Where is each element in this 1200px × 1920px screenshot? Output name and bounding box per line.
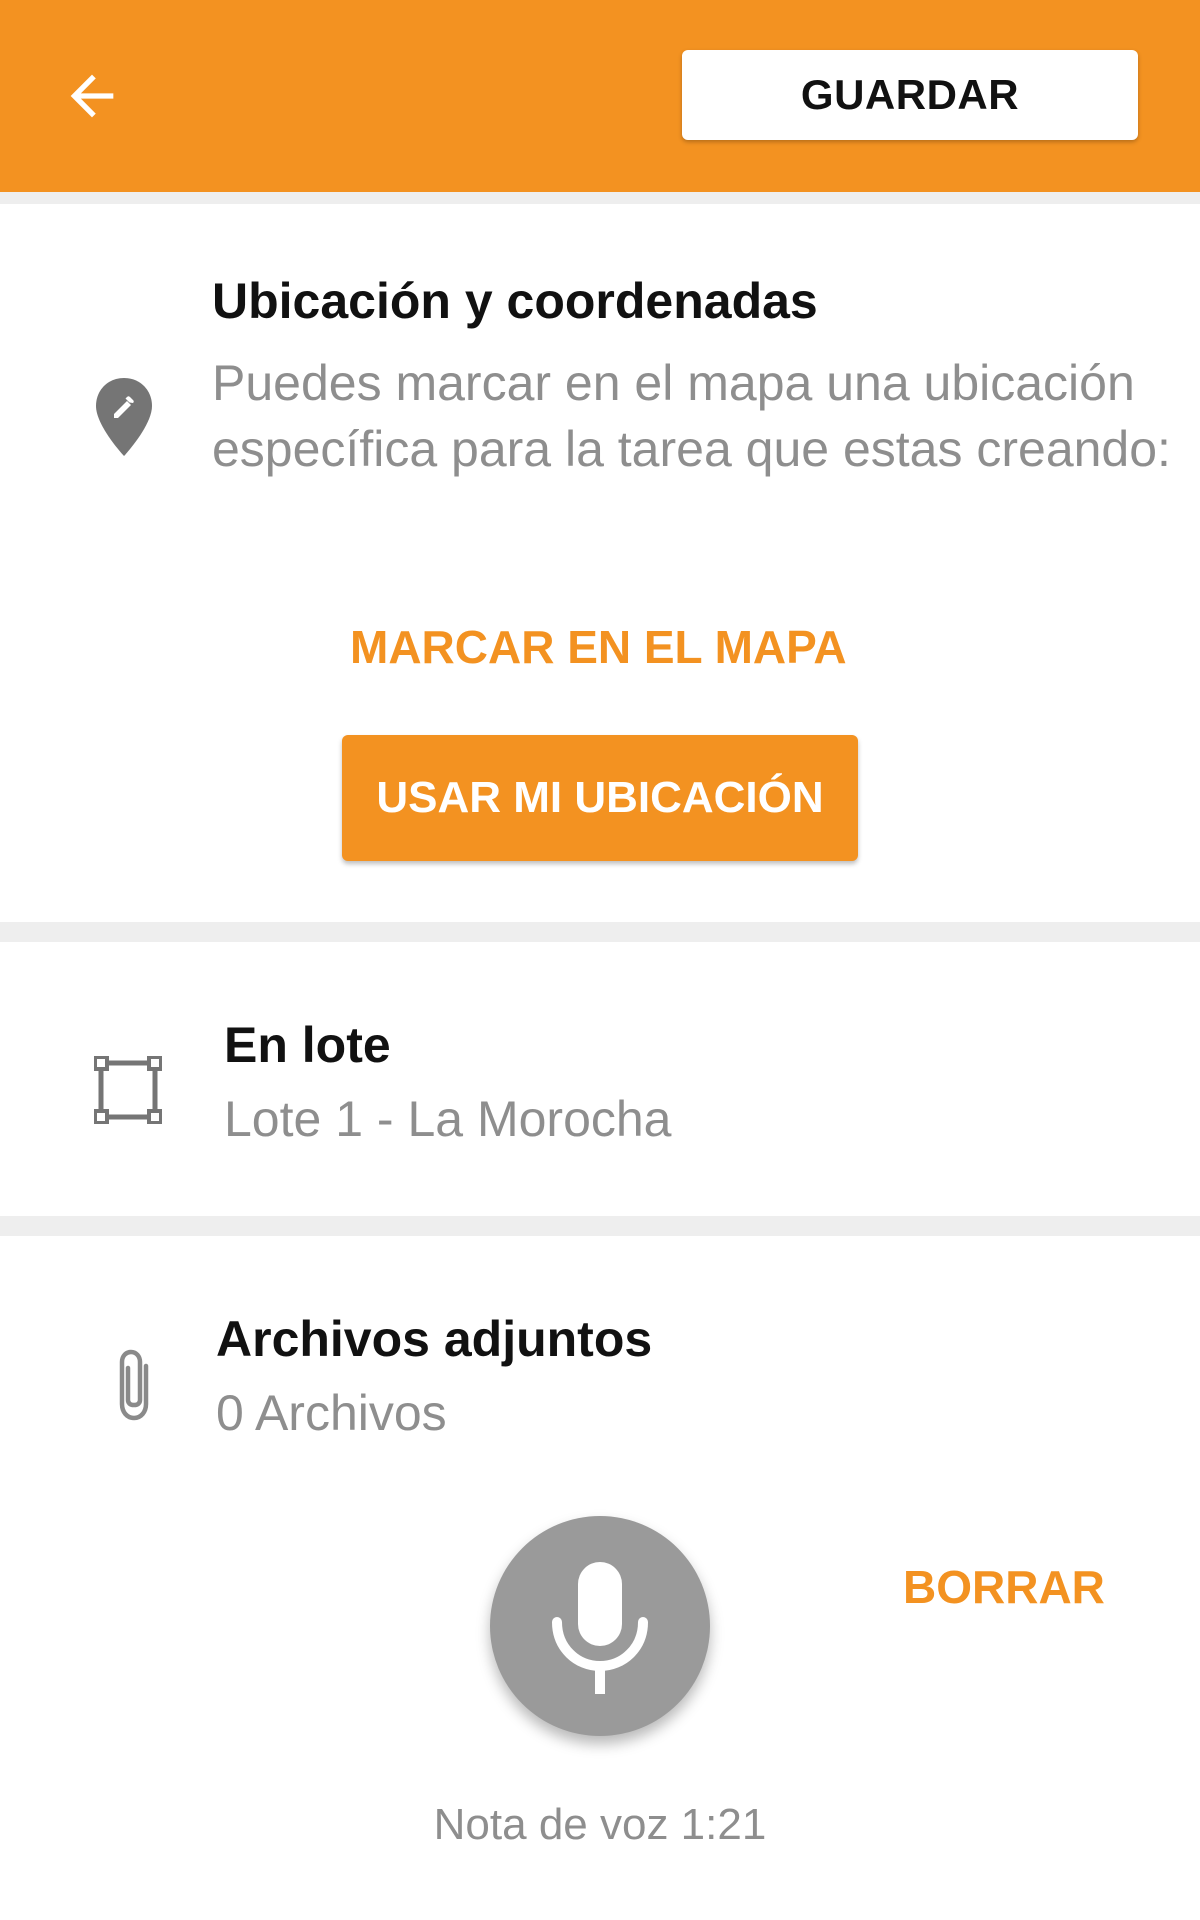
lot-title: En lote [224, 1017, 391, 1073]
microphone-icon [552, 1562, 648, 1694]
map-pin-edit-icon [96, 378, 152, 456]
lot-icon-wrap [92, 1054, 164, 1126]
record-voice-button[interactable] [490, 1516, 710, 1736]
delete-voice-note-button[interactable]: BORRAR [903, 1560, 1105, 1614]
divider [0, 192, 1200, 204]
location-icon-wrap [88, 372, 160, 462]
attachments-title: Archivos adjuntos [216, 1311, 653, 1367]
location-description: Puedes marcar en el mapa una ubicación e… [212, 355, 1171, 477]
divider [0, 922, 1200, 942]
save-button[interactable]: GUARDAR [682, 50, 1138, 140]
arrow-back-icon [70, 74, 114, 118]
back-button[interactable] [40, 48, 144, 144]
attachments-icon-wrap[interactable] [108, 1346, 164, 1426]
location-title: Ubicación y coordenadas [212, 273, 818, 329]
polygon-select-icon [94, 1056, 162, 1124]
task-form-screen: GUARDAR Ubicación y coordenadas Puedes m… [0, 0, 1200, 1920]
app-bar: GUARDAR [0, 0, 1200, 192]
lot-value[interactable]: Lote 1 - La Morocha [224, 1086, 672, 1152]
paperclip-icon [119, 1349, 149, 1421]
use-my-location-button[interactable]: USAR MI UBICACIÓN [342, 735, 858, 861]
mark-on-map-button[interactable]: MARCAR EN EL MAPA [350, 620, 847, 674]
attachments-count: 0 Archivos [216, 1385, 447, 1441]
divider [0, 1216, 1200, 1236]
voice-note-label: Nota de voz 1:21 [433, 1800, 767, 1849]
